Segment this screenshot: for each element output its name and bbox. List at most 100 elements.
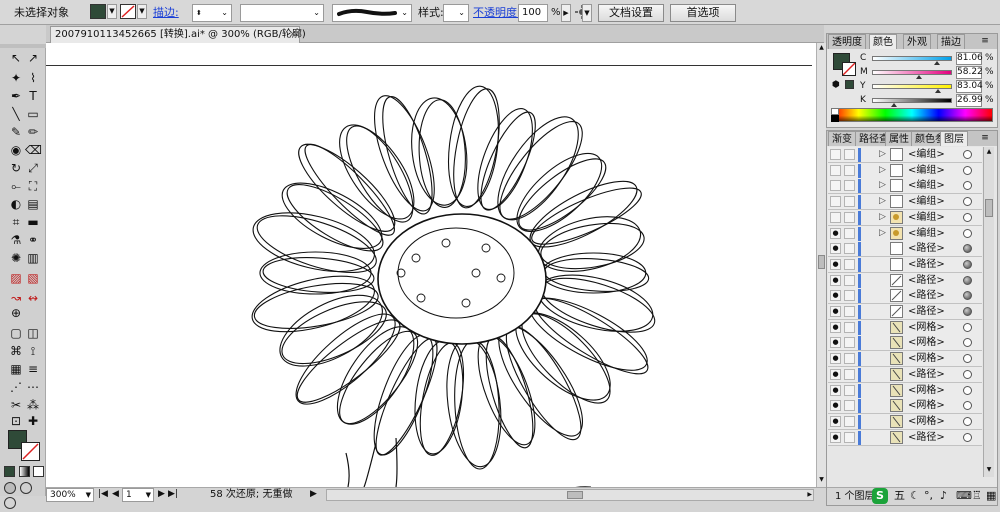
document-setup-button[interactable]: 文档设置: [598, 4, 664, 22]
layer-row[interactable]: ▷<编组>: [828, 210, 982, 226]
lock-toggle[interactable]: [844, 228, 855, 239]
microphone-icon[interactable]: ♪: [940, 488, 947, 504]
scroll-right-arrow[interactable]: ▶: [807, 490, 812, 500]
visibility-eye-icon[interactable]: ●: [830, 275, 841, 286]
panel-menu-icon[interactable]: ≡: [978, 35, 992, 47]
lock-toggle[interactable]: [844, 212, 855, 223]
target-circle-icon[interactable]: [963, 181, 972, 190]
channel-value-y[interactable]: 83.04: [956, 80, 982, 93]
fill-swatch[interactable]: [90, 4, 106, 19]
lock-toggle[interactable]: [844, 369, 855, 380]
channel-value-c[interactable]: 81.06: [956, 52, 982, 65]
scroll-thumb[interactable]: [567, 491, 583, 499]
vertical-scrollbar[interactable]: ▲ ▼: [816, 43, 826, 487]
spectrum-black-swatch[interactable]: [831, 115, 839, 122]
layer-row[interactable]: ●<路径>: [828, 304, 982, 320]
visibility-eye-icon[interactable]: ●: [830, 385, 841, 396]
warp-tool-icon[interactable]: ⌘: [8, 343, 24, 359]
slider-thumb[interactable]: [935, 89, 941, 93]
target-circle-icon[interactable]: [963, 370, 972, 379]
expand-arrow-icon[interactable]: ▷: [879, 226, 886, 241]
next-artboard-button[interactable]: ▶: [158, 488, 165, 501]
layer-row[interactable]: ●<路径>: [828, 241, 982, 257]
scroll-thumb[interactable]: [818, 255, 825, 269]
tab-stroke[interactable]: 描边: [937, 34, 965, 49]
tab-layers[interactable]: 图层: [940, 131, 968, 146]
tab-color[interactable]: 颜色: [869, 34, 897, 49]
symbol-sprayer-tool-icon[interactable]: ✺: [8, 250, 24, 266]
punctuation-icon[interactable]: °,: [924, 488, 933, 504]
expand-arrow-icon[interactable]: ▷: [879, 147, 886, 162]
line-segment-tool-icon[interactable]: ╲: [8, 106, 24, 122]
layer-row[interactable]: ●<网格>: [828, 351, 982, 367]
channel-slider-c[interactable]: [872, 56, 952, 61]
toolbox-header[interactable]: [0, 44, 46, 48]
crop-tool-icon[interactable]: ⊡: [8, 413, 24, 429]
opacity-input[interactable]: 100: [518, 4, 548, 22]
visibility-eye-icon[interactable]: [830, 180, 841, 191]
color-stroke-swatch[interactable]: [842, 62, 856, 76]
target-circle-icon[interactable]: [963, 338, 972, 347]
selection-tool-icon[interactable]: ↖: [8, 50, 24, 66]
lock-toggle[interactable]: [844, 290, 855, 301]
symbol-tool-icon[interactable]: ⊕: [8, 305, 24, 321]
lock-toggle[interactable]: [844, 416, 855, 427]
input-method-logo-icon[interactable]: S: [872, 488, 888, 504]
stroke-swatch[interactable]: [120, 4, 136, 19]
channel-value-m[interactable]: 58.22: [956, 66, 982, 79]
layer-row[interactable]: ●<路径>: [828, 430, 982, 446]
lock-toggle[interactable]: [844, 306, 855, 317]
lasso-tool-icon[interactable]: ⌇: [25, 70, 41, 86]
lock-toggle[interactable]: [844, 180, 855, 191]
target-circle-icon[interactable]: [963, 417, 972, 426]
moon-icon[interactable]: ☾: [910, 488, 920, 504]
visibility-eye-icon[interactable]: ●: [830, 369, 841, 380]
perspective-grid-tool-icon[interactable]: ▤: [25, 196, 41, 212]
live-paint-selection-tool-icon[interactable]: ▧: [25, 270, 41, 286]
target-circle-icon[interactable]: [963, 260, 972, 269]
visibility-eye-icon[interactable]: ●: [830, 400, 841, 411]
slider-thumb[interactable]: [916, 75, 922, 79]
lock-toggle[interactable]: [844, 149, 855, 160]
layer-row[interactable]: ●<路径>: [828, 273, 982, 289]
target-circle-icon[interactable]: [963, 401, 972, 410]
tab-gradient[interactable]: 渐变: [828, 131, 856, 146]
eyedrop-tool-icon[interactable]: ✚: [25, 413, 41, 429]
lock-toggle[interactable]: [844, 196, 855, 207]
canvas-area[interactable]: [46, 43, 816, 487]
expand-arrow-icon[interactable]: ▷: [879, 163, 886, 178]
shape-builder-tool-icon[interactable]: ◐: [8, 196, 24, 212]
free-transform-tool-icon[interactable]: ⛶: [25, 178, 41, 194]
ime-mode-label[interactable]: 五: [894, 488, 905, 504]
lock-toggle[interactable]: [844, 385, 855, 396]
target-circle-icon[interactable]: [963, 150, 972, 159]
layer-row[interactable]: ▷<编组>: [828, 163, 982, 179]
target-circle-icon[interactable]: [963, 386, 972, 395]
path-tool-a-icon[interactable]: ↝: [8, 290, 24, 306]
gradient-tool-icon[interactable]: ▬: [25, 214, 41, 230]
fill-dropdown[interactable]: ▼: [107, 4, 117, 19]
mesh-tool-icon[interactable]: ⌗: [8, 214, 24, 230]
align-tool-icon[interactable]: ≡: [25, 361, 41, 377]
visibility-eye-icon[interactable]: [830, 149, 841, 160]
prev-artboard-button[interactable]: ◀: [112, 488, 119, 501]
pen-tool-icon[interactable]: ✒: [8, 88, 24, 104]
channel-value-k[interactable]: 26.99: [956, 94, 982, 107]
graphic-style-select[interactable]: ⌄: [443, 4, 469, 22]
envelope-tool-icon[interactable]: ⟟: [25, 343, 41, 359]
opacity-label[interactable]: 不透明度:: [473, 6, 521, 20]
visibility-eye-icon[interactable]: [830, 196, 841, 207]
scroll-thumb[interactable]: [985, 199, 993, 217]
layer-row[interactable]: ●<网格>: [828, 320, 982, 336]
layer-row[interactable]: ●▷<编组>: [828, 226, 982, 242]
pencil-tool-icon[interactable]: ✏: [25, 124, 41, 140]
layer-row[interactable]: ▷<编组>: [828, 147, 982, 163]
opacity-dropdown[interactable]: ▶: [561, 4, 571, 22]
scale-tool-icon[interactable]: ⤢: [25, 160, 41, 176]
zoom-select[interactable]: 300% ▼: [46, 488, 94, 502]
tab-transparency[interactable]: 透明度: [828, 34, 866, 49]
blend-tool-icon[interactable]: ⚭: [25, 232, 41, 248]
expand-arrow-icon[interactable]: ▷: [879, 194, 886, 209]
target-circle-icon[interactable]: [963, 433, 972, 442]
layer-row[interactable]: ●<网格>: [828, 335, 982, 351]
